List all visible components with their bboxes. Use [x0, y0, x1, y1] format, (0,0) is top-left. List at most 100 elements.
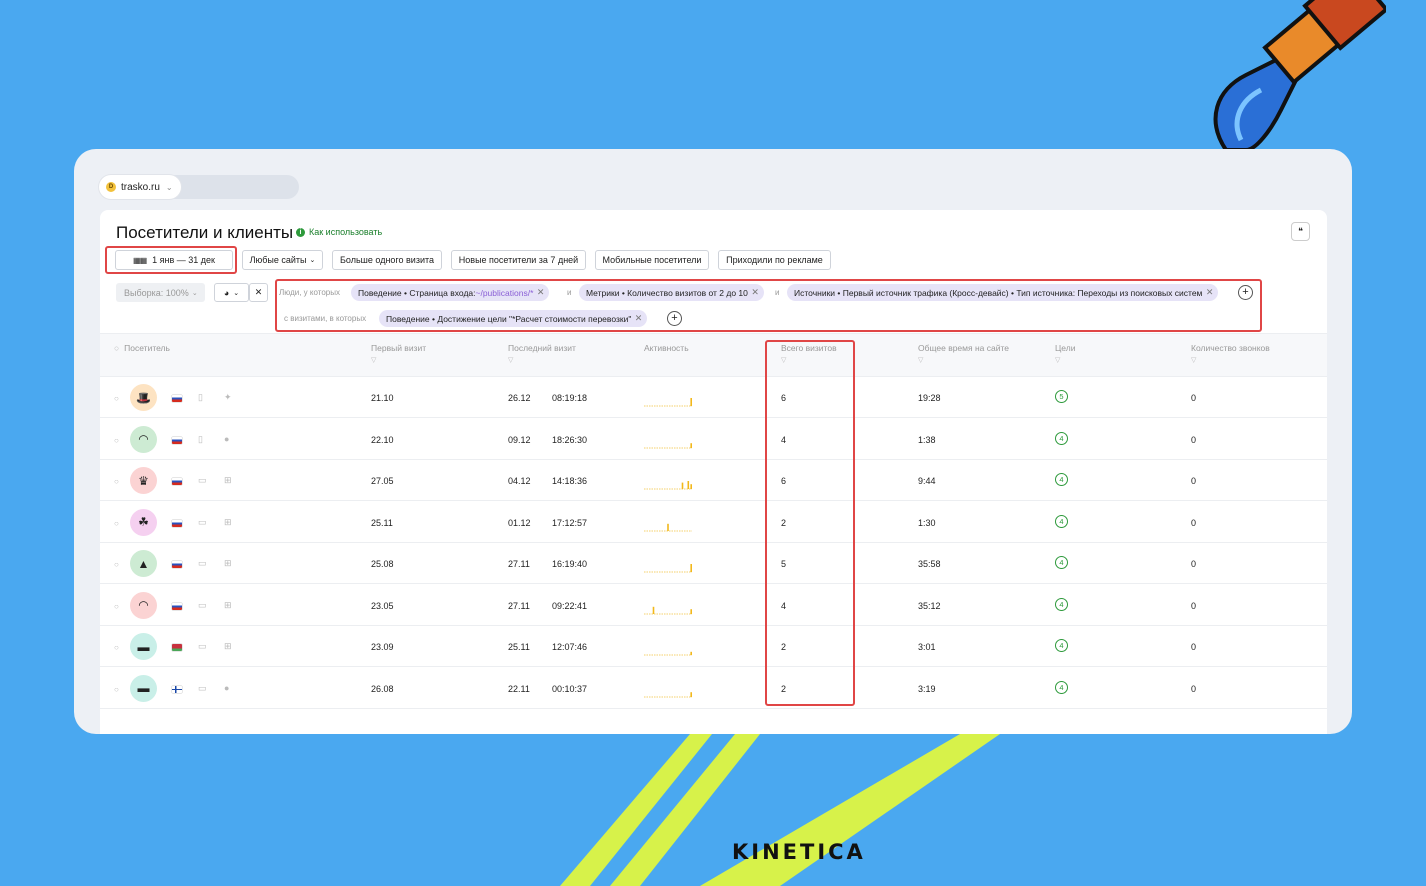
sample-selector[interactable]: Выборка: 100% ⌄	[116, 283, 205, 302]
sites-dropdown-label: Любые сайты	[249, 255, 307, 265]
column-goals[interactable]: Цели ▽	[1055, 343, 1075, 364]
column-visitor-label: Посетитель	[124, 343, 170, 353]
help-link[interactable]: i Как использовать	[296, 227, 382, 237]
table-header: ○ Посетитель Первый визит ▽ Последний визи…	[100, 333, 1327, 377]
goals-badge[interactable]: 4	[1055, 597, 1068, 611]
app-window: D trasko.ru ⌄ Посетители и клиенты i Как…	[74, 149, 1352, 734]
activity-sparkline	[644, 691, 692, 697]
filter-icon[interactable]: ▽	[371, 356, 426, 364]
sites-dropdown[interactable]: Любые сайты ⌄	[242, 250, 323, 270]
table-row[interactable]: ○ ▲ ▭ ⊞ 25.08 27.11 16:19:40 5 35:58 4 0	[100, 543, 1327, 584]
column-label: Общее время на сайте	[918, 343, 1010, 353]
filter-icon[interactable]: ▽	[918, 356, 1009, 364]
segment-button[interactable]: Мобильные посетители	[595, 250, 709, 270]
desktop-icon: ▭	[198, 558, 207, 568]
last-visit-date-cell: 25.11	[508, 642, 530, 652]
comment-icon[interactable]: ○	[114, 436, 119, 445]
last-visit-time-cell: 14:18:36	[552, 476, 588, 486]
hat-icon: 🎩	[130, 384, 157, 411]
total-time-cell: 1:38	[918, 434, 936, 445]
segment-button[interactable]: Новые посетители за 7 дней	[451, 250, 586, 270]
table-row[interactable]: ○ 🎩 ▯ ✦ 21.10 26.12 08:19:18 6 19:28 5 0	[100, 377, 1327, 418]
flag-ru-icon	[172, 478, 182, 485]
column-total-time[interactable]: Общее время на сайте ▽	[918, 343, 1009, 364]
comment-icon[interactable]: ○	[114, 477, 119, 486]
last-visit-time-cell: 12:07:46	[552, 642, 588, 652]
total-time-cell: 1:30	[918, 517, 936, 528]
first-visit-cell: 22.10	[371, 434, 394, 445]
comment-icon[interactable]: ○	[114, 643, 119, 652]
site-pill[interactable]: D trasko.ru ⌄	[99, 175, 181, 199]
flag-by-icon	[172, 644, 182, 651]
calls-cell: 0	[1191, 393, 1197, 403]
filter-icon[interactable]: ▽	[508, 356, 576, 364]
first-visit-cell: 23.05	[371, 600, 394, 611]
filter-icon[interactable]: ▽	[1055, 356, 1075, 364]
brand-logo: KINETICA	[732, 840, 866, 864]
last-visit-date-cell: 01.12	[508, 517, 531, 528]
activity-sparkline	[644, 651, 692, 656]
chevron-down-icon: ⌄	[165, 182, 173, 192]
site-selector[interactable]: D trasko.ru ⌄	[99, 175, 299, 199]
quote-icon[interactable]: ❝	[1291, 222, 1310, 241]
windows-icon: ⊞	[224, 599, 232, 610]
highlight-date-range	[105, 246, 237, 274]
comment-icon[interactable]: ○	[114, 685, 119, 694]
segment-type-dropdown[interactable]: ◕ ⌄	[214, 283, 249, 302]
mobile-icon: ▯	[198, 433, 203, 444]
table-row[interactable]: ○ ☘ ▭ ⊞ 25.11 01.12 17:12:57 2 1:30 4 0	[100, 502, 1327, 543]
comment-icon[interactable]: ○	[114, 394, 119, 403]
first-visit-cell: 25.11	[371, 517, 393, 528]
comment-icon: ○	[114, 343, 120, 353]
table-row[interactable]: ○ ♛ ▭ ⊞ 27.05 04.12 14:18:36 6 9:44 4 0	[100, 460, 1327, 501]
flag-ru-icon	[172, 395, 182, 402]
column-label: Количество звонков	[1191, 343, 1270, 353]
comment-icon[interactable]: ○	[114, 519, 119, 528]
goals-badge[interactable]: 5	[1055, 390, 1068, 403]
comment-icon[interactable]: ○	[114, 602, 119, 611]
flag-ru-icon	[172, 561, 182, 568]
activity-sparkline	[644, 442, 692, 448]
chevron-down-icon: ⌄	[233, 289, 240, 297]
clear-segment-button[interactable]: ✕	[249, 283, 268, 302]
activity-sparkline	[644, 523, 692, 531]
column-calls[interactable]: Количество звонков ▽	[1191, 343, 1270, 364]
help-link-label: Как использовать	[309, 227, 383, 237]
table-row[interactable]: ○ ▬ ▭ ● 26.08 22.11 00:10:37 2 3:19 4 0	[100, 668, 1327, 709]
table-row[interactable]: ○ ◠ ▭ ⊞ 23.05 27.11 09:22:41 4 35:12 4 0	[100, 585, 1327, 626]
table-row[interactable]: ○ ▬ ▭ ⊞ 23.09 25.11 12:07:46 2 3:01 4 0	[100, 626, 1327, 667]
column-last-visit[interactable]: Последний визит ▽	[508, 343, 576, 364]
desktop-icon: ▭	[198, 516, 207, 527]
goals-badge[interactable]: 4	[1055, 473, 1068, 486]
last-visit-date-cell: 27.11	[508, 559, 530, 569]
info-icon: i	[296, 227, 305, 237]
segment-button[interactable]: Больше одного визита	[332, 250, 442, 270]
segment-button[interactable]: Приходили по рекламе	[718, 250, 831, 270]
site-name: trasko.ru	[121, 181, 160, 193]
apple-icon: ●	[224, 433, 230, 444]
sample-label: Выборка: 100%	[124, 287, 189, 298]
goals-badge[interactable]: 4	[1055, 431, 1068, 445]
goals-badge[interactable]: 4	[1055, 514, 1068, 528]
column-label: Первый визит	[371, 343, 427, 353]
total-time-cell: 9:44	[918, 476, 936, 486]
goals-badge[interactable]: 4	[1055, 556, 1068, 569]
column-visitor[interactable]: ○ Посетитель	[114, 343, 170, 353]
top-hat-icon: ▬	[130, 674, 157, 702]
comment-icon[interactable]: ○	[114, 560, 119, 569]
goals-badge[interactable]: 4	[1055, 680, 1068, 694]
goals-badge[interactable]: 4	[1055, 639, 1068, 652]
last-visit-date-cell: 26.12	[508, 393, 531, 403]
table-row[interactable]: ○ ◠ ▯ ● 22.10 09.12 18:26:30 4 1:38 4 0	[100, 419, 1327, 460]
total-time-cell: 3:19	[918, 683, 936, 694]
last-visit-time-cell: 08:19:18	[552, 393, 588, 403]
desktop-icon: ▭	[198, 599, 207, 610]
site-favicon-icon: D	[106, 182, 116, 192]
crown-icon: ♛	[130, 467, 157, 494]
windows-icon: ⊞	[224, 475, 232, 485]
filter-icon[interactable]: ▽	[1191, 356, 1270, 364]
mouse-icon: ☘	[130, 508, 157, 536]
calls-cell: 0	[1191, 476, 1197, 486]
windows-icon: ⊞	[224, 558, 232, 568]
column-first-visit[interactable]: Первый визит ▽	[371, 343, 426, 364]
